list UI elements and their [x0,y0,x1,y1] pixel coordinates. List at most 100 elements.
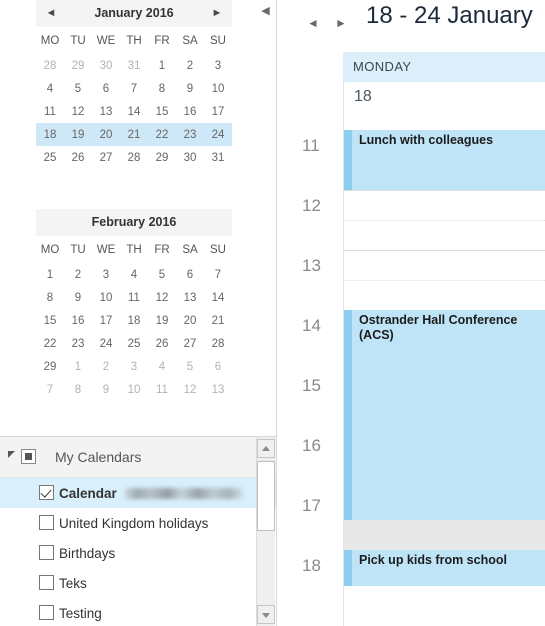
mini-calendar-day-cell[interactable]: 31 [120,54,148,77]
mini-calendar-day-cell[interactable]: 19 [64,123,92,146]
mini-calendar-day-cell[interactable]: 10 [204,77,232,100]
mini-calendar-day-cell[interactable]: 19 [148,309,176,332]
mini-calendar-day-cell[interactable]: 11 [148,378,176,401]
calendar-list-scrollbar[interactable] [256,437,275,626]
mini-calendar-day-cell[interactable]: 27 [92,146,120,169]
mini-calendar-day-cell[interactable]: 20 [176,309,204,332]
calendar-list-item[interactable]: Teks [0,568,276,598]
mini-calendar-day-cell[interactable]: 22 [148,123,176,146]
mini-calendar-day-cell[interactable]: 28 [120,146,148,169]
calendar-visibility-checkbox[interactable] [39,485,54,500]
mini-calendar-day-cell[interactable]: 8 [64,378,92,401]
mini-calendar-day-cell[interactable]: 23 [176,123,204,146]
mini-calendar-week-row[interactable]: 4 5 6 7 8 9 10 [36,77,232,100]
triangle-collapse-icon[interactable] [8,451,15,458]
mini-calendar-day-cell[interactable]: 15 [36,309,64,332]
mini-calendar-day-cell[interactable]: 23 [64,332,92,355]
mini-calendar-day-cell[interactable]: 29 [64,54,92,77]
mini-calendar-week-row[interactable]: 15 16 17 18 19 20 21 [36,309,232,332]
mini-calendar-day-cell[interactable]: 7 [120,77,148,100]
next-week-arrow-icon[interactable]: ► [331,13,351,33]
mini-calendar-day-cell[interactable]: 8 [36,286,64,309]
mini-calendar-day-cell[interactable]: 20 [92,123,120,146]
mini-calendar-day-cell[interactable]: 26 [148,332,176,355]
mini-calendar-day-cell[interactable]: 24 [204,123,232,146]
mini-calendar-day-cell[interactable]: 21 [204,309,232,332]
mini-calendar-day-cell[interactable]: 18 [36,123,64,146]
mini-calendar-day-cell[interactable]: 14 [120,100,148,123]
mini-calendar-day-cell[interactable]: 3 [120,355,148,378]
mini-calendar-day-cell[interactable]: 31 [204,146,232,169]
day-number-row[interactable]: 18 [343,82,545,130]
calendar-list-item[interactable]: Calendar [0,478,276,508]
mini-calendar-day-cell[interactable]: 11 [120,286,148,309]
calendar-visibility-checkbox[interactable] [39,575,54,590]
calendar-event[interactable]: Ostrander Hall Conference (ACS) [344,310,545,520]
mini-calendar-day-cell[interactable]: 3 [204,54,232,77]
calendar-list-item[interactable]: United Kingdom holidays [0,508,276,538]
mini-calendar-week-row[interactable]: 28 29 30 31 1 2 3 [36,54,232,77]
mini-calendar-day-cell[interactable]: 16 [64,309,92,332]
mini-calendar-day-cell[interactable]: 17 [204,100,232,123]
mini-calendar-day-cell[interactable]: 13 [92,100,120,123]
mini-calendar-week-row[interactable]: 11 12 13 14 15 16 17 [36,100,232,123]
calendar-visibility-checkbox[interactable] [39,545,54,560]
calendar-visibility-checkbox[interactable] [39,605,54,620]
mini-calendar-week-row[interactable]: 1234567 [36,263,232,286]
mini-calendar-day-cell[interactable]: 10 [120,378,148,401]
calendar-list-item[interactable]: Testing [0,598,276,626]
mini-calendar-day-cell[interactable]: 1 [148,54,176,77]
mini-calendar-day-cell[interactable]: 30 [176,146,204,169]
mini-calendar-day-cell[interactable]: 6 [176,263,204,286]
mini-calendar-february[interactable]: MO TU WE TH FR SA SU 1 2 3 4 5 6 7 8 9 10 11 12 13 14 15 16 17 1… [36,236,232,401]
mini-calendar-week-row[interactable]: 25 26 27 28 29 30 31 [36,146,232,169]
mini-calendar-day-cell[interactable]: 5 [148,263,176,286]
calendar-event[interactable]: Pick up kids from school [344,550,545,586]
mini-calendar-day-cell[interactable]: 9 [64,286,92,309]
mini-calendar-day-cell[interactable]: 22 [36,332,64,355]
mini-calendar-day-cell[interactable]: 12 [148,286,176,309]
mini-calendar-day-cell[interactable]: 8 [148,77,176,100]
mini-calendar-day-cell[interactable]: 26 [64,146,92,169]
mini-calendar-week-row[interactable]: 7 8 9 10 11 12 13 [36,378,232,401]
mini-calendar-day-cell[interactable]: 28 [204,332,232,355]
mini-calendar-day-cell[interactable]: 7 [36,378,64,401]
mini-calendar-day-cell[interactable]: 30 [92,54,120,77]
mini-calendar-day-cell[interactable]: 12 [176,378,204,401]
mini-calendar-day-cell[interactable]: 17 [92,309,120,332]
mini-calendar-day-cell[interactable]: 4 [120,263,148,286]
scroll-up-arrow-icon[interactable] [257,439,275,458]
mini-calendar-day-cell[interactable]: 25 [120,332,148,355]
mini-calendar-day-cell[interactable]: 24 [92,332,120,355]
mini-calendar-day-cell[interactable]: 27 [176,332,204,355]
mini-calendar-week-row[interactable]: 18 19 20 21 22 23 24 [36,123,232,146]
mini-calendar-day-cell[interactable]: 1 [36,263,64,286]
mini-calendar-day-cell[interactable]: 2 [176,54,204,77]
mini-calendar-day-cell[interactable]: 28 [36,54,64,77]
mini-calendar-day-cell[interactable]: 18 [120,309,148,332]
mini-calendar-day-cell[interactable]: 13 [204,378,232,401]
mini-calendar-day-cell[interactable]: 29 [148,146,176,169]
mini-calendar-day-cell[interactable]: 4 [148,355,176,378]
mini-calendar-day-cell[interactable]: 9 [176,77,204,100]
mini-calendar-day-cell[interactable]: 12 [64,100,92,123]
mini-calendar-day-cell[interactable]: 3 [92,263,120,286]
mini-calendar-day-cell[interactable]: 14 [204,286,232,309]
mini-calendar-day-cell[interactable]: 16 [176,100,204,123]
mini-calendar-day-cell[interactable]: 11 [36,100,64,123]
mini-calendar-day-cell[interactable]: 13 [176,286,204,309]
mini-calendar-day-cell[interactable]: 10 [92,286,120,309]
prev-week-arrow-icon[interactable]: ◄ [303,13,323,33]
mini-calendar-day-cell[interactable]: 6 [92,77,120,100]
mini-calendar-day-cell[interactable]: 9 [92,378,120,401]
mini-calendar-day-cell[interactable]: 5 [64,77,92,100]
time-grid[interactable]: 11 12 13 14 15 16 17 18 Lunch with colleagues Os… [278,130,545,626]
mini-calendar-week-row[interactable]: 22 23 24 25 26 27 28 [36,332,232,355]
mini-calendar-day-cell[interactable]: 6 [204,355,232,378]
scroll-down-arrow-icon[interactable] [257,605,275,624]
mini-calendar-january[interactable]: MO TU WE TH FR SA SU 28 29 30 31 1 2 3 4 5 6 7 8 9 10 11 12 13 1… [36,27,232,169]
mini-calendar-day-cell[interactable]: 25 [36,146,64,169]
mini-calendar-day-cell[interactable]: 1 [64,355,92,378]
calendar-group-header[interactable]: My Calendars [0,437,276,478]
mini-calendar-week-row[interactable]: 29 1 2 3 4 5 6 [36,355,232,378]
